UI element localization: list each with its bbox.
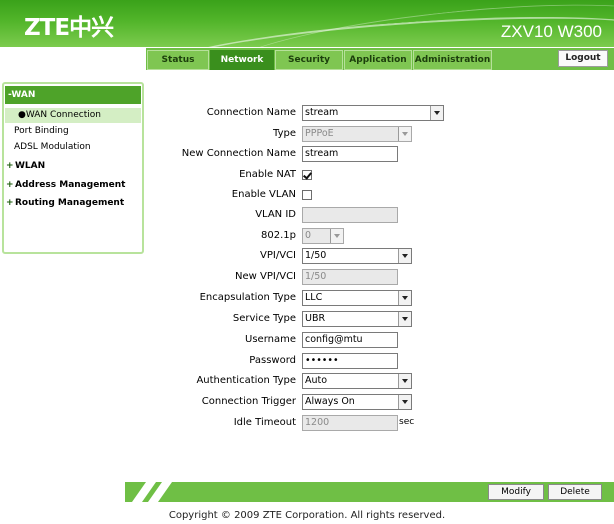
- enable-vlan-label: Enable VLAN: [231, 189, 296, 200]
- new-connection-name-label: New Connection Name: [181, 148, 296, 159]
- vpi-vci-label: VPI/VCI: [260, 250, 296, 261]
- enable-nat-checkbox[interactable]: [302, 170, 312, 180]
- row-connection-trigger: Connection Trigger Always On: [0, 394, 614, 410]
- encapsulation-label: Encapsulation Type: [199, 292, 296, 303]
- modify-button[interactable]: Modify: [488, 484, 544, 500]
- encapsulation-select[interactable]: LLC: [302, 290, 412, 306]
- idle-timeout-label: Idle Timeout: [233, 417, 296, 428]
- service-type-label: Service Type: [232, 313, 296, 324]
- chevron-down-icon: [398, 249, 411, 263]
- tab-network[interactable]: Network: [210, 50, 274, 70]
- delete-button[interactable]: Delete: [548, 484, 602, 500]
- tab-status[interactable]: Status: [147, 50, 209, 70]
- device-model: ZXV10 W300: [500, 22, 602, 41]
- tab-application[interactable]: Application: [344, 50, 412, 70]
- tab-security[interactable]: Security: [275, 50, 343, 70]
- chevron-down-icon: [430, 106, 443, 120]
- vpi-vci-select[interactable]: 1/50: [302, 248, 412, 264]
- type-label: Type: [273, 128, 296, 139]
- row-vlan-id: VLAN ID: [0, 207, 614, 223]
- row-service-type: Service Type UBR: [0, 311, 614, 327]
- row-enable-nat: Enable NAT: [0, 167, 614, 183]
- tab-administration[interactable]: Administration: [413, 50, 492, 70]
- new-vpi-vci-input: 1/50: [302, 269, 398, 285]
- row-new-connection-name: New Connection Name stream: [0, 146, 614, 162]
- row-auth-type: Authentication Type Auto: [0, 373, 614, 389]
- row-username: Username config@mtu: [0, 332, 614, 348]
- chevron-down-icon: [398, 312, 411, 326]
- row-enable-vlan: Enable VLAN: [0, 187, 614, 203]
- chevron-down-icon: [398, 127, 411, 141]
- row-type: Type PPPoE: [0, 126, 614, 142]
- username-label: Username: [245, 334, 296, 345]
- connection-trigger-select[interactable]: Always On: [302, 394, 412, 410]
- type-select: PPPoE: [302, 126, 412, 142]
- service-type-value: UBR: [305, 313, 326, 324]
- vlan-id-input: [302, 207, 398, 223]
- auth-type-select[interactable]: Auto: [302, 373, 412, 389]
- nav-bar: Status Network Security Application Admi…: [0, 47, 614, 72]
- chevron-down-icon: [398, 291, 411, 305]
- new-connection-name-input[interactable]: stream: [302, 146, 398, 162]
- copyright-text: Copyright © 2009 ZTE Corporation. All ri…: [168, 510, 446, 521]
- idle-timeout-input: 1200: [302, 415, 398, 431]
- password-input[interactable]: ••••••: [302, 353, 398, 369]
- chevron-down-icon: [330, 229, 343, 243]
- sidebar-header-wan[interactable]: -WAN: [5, 86, 141, 104]
- chevron-down-icon: [398, 395, 411, 409]
- enable-nat-label: Enable NAT: [239, 169, 296, 180]
- encapsulation-value: LLC: [305, 292, 323, 303]
- service-type-select[interactable]: UBR: [302, 311, 412, 327]
- row-password: Password ••••••: [0, 353, 614, 369]
- auth-type-label: Authentication Type: [196, 375, 296, 386]
- row-idle-timeout: Idle Timeout 1200 sec: [0, 415, 614, 431]
- password-label: Password: [249, 355, 296, 366]
- new-vpi-vci-label: New VPI/VCI: [235, 271, 296, 282]
- row-8021p: 802.1p 0: [0, 228, 614, 244]
- vpi-vci-value: 1/50: [305, 250, 327, 261]
- row-new-vpi-vci: New VPI/VCI 1/50: [0, 269, 614, 285]
- chevron-down-icon: [398, 374, 411, 388]
- row-connection-name: Connection Name stream: [0, 105, 614, 121]
- header-banner: ZTE中兴 ZXV10 W300: [0, 0, 614, 47]
- logout-button[interactable]: Logout: [558, 50, 608, 67]
- connection-name-label: Connection Name: [206, 107, 296, 118]
- row-vpi-vci: VPI/VCI 1/50: [0, 248, 614, 264]
- idle-timeout-unit: sec: [399, 417, 415, 427]
- vlan-id-label: VLAN ID: [255, 209, 296, 220]
- auth-type-value: Auto: [305, 375, 328, 386]
- connection-name-select[interactable]: stream: [302, 105, 444, 121]
- connection-name-value: stream: [305, 107, 339, 118]
- 8021p-select: 0: [302, 228, 344, 244]
- 8021p-value: 0: [305, 230, 312, 241]
- row-encapsulation: Encapsulation Type LLC: [0, 290, 614, 306]
- type-value: PPPoE: [305, 128, 334, 139]
- username-input[interactable]: config@mtu: [302, 332, 398, 348]
- connection-trigger-value: Always On: [305, 396, 355, 407]
- enable-vlan-checkbox[interactable]: [302, 190, 312, 200]
- connection-trigger-label: Connection Trigger: [201, 396, 296, 407]
- 8021p-label: 802.1p: [261, 230, 296, 241]
- zte-logo: ZTE中兴: [24, 15, 114, 41]
